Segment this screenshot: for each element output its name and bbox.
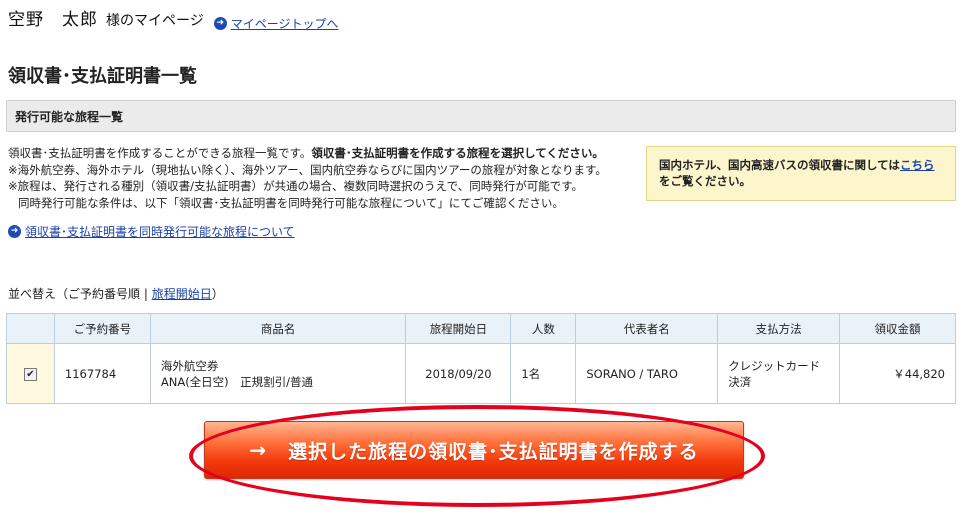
- description: 領収書･支払証明書を作成することができる旅程一覧です。領収書･支払証明書を作成す…: [8, 145, 628, 211]
- trip-table: ご予約番号 商品名 旅程開始日 人数 代表者名 支払方法 領収金額 ✔ 1167…: [6, 313, 956, 404]
- create-receipt-button-label: 選択した旅程の領収書･支払証明書を作成する: [288, 440, 699, 463]
- mypage-top-link[interactable]: ➜ マイページトップへ: [213, 15, 339, 32]
- sort-suffix: ）: [211, 287, 224, 301]
- section-title: 発行可能な旅程一覧: [15, 109, 124, 124]
- payment-method-cell: クレジットカード決済: [717, 343, 840, 404]
- header-reservation-no: ご予約番号: [53, 313, 151, 344]
- product-name-cell: 海外航空券 ANA(全日空) 正規割引/普通: [149, 343, 407, 404]
- notice-text-after: をご覧ください。: [659, 174, 751, 188]
- user-name: 空野 太郎: [8, 10, 98, 30]
- start-date-cell: 2018/09/20: [405, 343, 512, 404]
- section-header: 発行可能な旅程一覧: [6, 100, 956, 132]
- user-suffix: 様のマイページ: [106, 13, 204, 29]
- people-cell: 1名: [510, 343, 577, 404]
- product-type: 海外航空券: [160, 358, 219, 373]
- notice-link[interactable]: こちら: [900, 158, 935, 172]
- table-row: ✔ 1167784 海外航空券 ANA(全日空) 正規割引/普通 2018/09…: [6, 343, 956, 404]
- description-line-1: 領収書･支払証明書を作成することができる旅程一覧です。領収書･支払証明書を作成す…: [8, 145, 628, 162]
- description-line-1-bold: 領収書･支払証明書を作成する旅程を選択してください。: [311, 146, 604, 160]
- sort-by-start-date-link[interactable]: 旅程開始日: [152, 287, 212, 301]
- reservation-no-cell: 1167784: [53, 343, 151, 404]
- arrow-right-icon: →: [249, 438, 267, 462]
- description-line-3: ※旅程は、発行される種別（領収書/支払証明書）が共通の場合、複数同時選択のうえで…: [8, 179, 584, 193]
- page-title: 領収書･支払証明書一覧: [8, 66, 197, 87]
- description-line-2: ※海外航空券、海外ホテル（現地払い除く）、海外ツアー、国内航空券ならびに国内ツア…: [8, 162, 607, 177]
- header-product-name: 商品名: [149, 313, 407, 344]
- description-line-4: 同時発行可能な条件は、以下「領収書･支払証明書を同時発行可能な旅程について」にて…: [18, 195, 564, 210]
- mypage-top-link-label: マイページトップへ: [230, 17, 339, 31]
- header-representative: 代表者名: [575, 313, 719, 344]
- simultaneous-issue-link[interactable]: ➜ 領収書･支払証明書を同時発行可能な旅程について: [8, 223, 295, 240]
- arrow-right-circle-icon: ➜: [8, 225, 21, 238]
- simultaneous-issue-link-label: 領収書･支払証明書を同時発行可能な旅程について: [25, 225, 295, 239]
- trip-select-checkbox[interactable]: ✔: [23, 368, 37, 381]
- table-header-row: ご予約番号 商品名 旅程開始日 人数 代表者名 支払方法 領収金額: [6, 313, 956, 344]
- representative-cell: SORANO / TARO: [575, 343, 719, 404]
- product-detail: ANA(全日空) 正規割引/普通: [160, 374, 314, 389]
- sort-prefix: 並べ替え（: [8, 287, 69, 301]
- sort-by-reservation: ご予約番号順: [68, 287, 141, 301]
- select-cell: ✔: [6, 343, 55, 404]
- notice-box: 国内ホテル、国内高速バスの領収書に関してはこちら をご覧ください。: [646, 146, 956, 201]
- description-line-1-normal: 領収書･支払証明書を作成することができる旅程一覧です。: [8, 146, 312, 160]
- header-amount: 領収金額: [839, 313, 956, 344]
- amount-cell: ￥44,820: [839, 343, 956, 404]
- arrow-right-circle-icon: ➜: [213, 17, 227, 30]
- header-payment-method: 支払方法: [717, 313, 840, 344]
- create-receipt-button[interactable]: → 選択した旅程の領収書･支払証明書を作成する: [204, 421, 744, 479]
- header-people: 人数: [510, 313, 577, 344]
- sort-separator: |: [140, 287, 152, 301]
- notice-text-before: 国内ホテル、国内高速バスの領収書に関しては: [659, 158, 900, 172]
- header-select: [6, 313, 55, 344]
- user-header: 空野 太郎 様のマイページ ➜ マイページトップへ: [8, 5, 339, 32]
- header-start-date: 旅程開始日: [405, 313, 512, 344]
- sort-options: 並べ替え（ご予約番号順 | 旅程開始日）: [8, 285, 224, 302]
